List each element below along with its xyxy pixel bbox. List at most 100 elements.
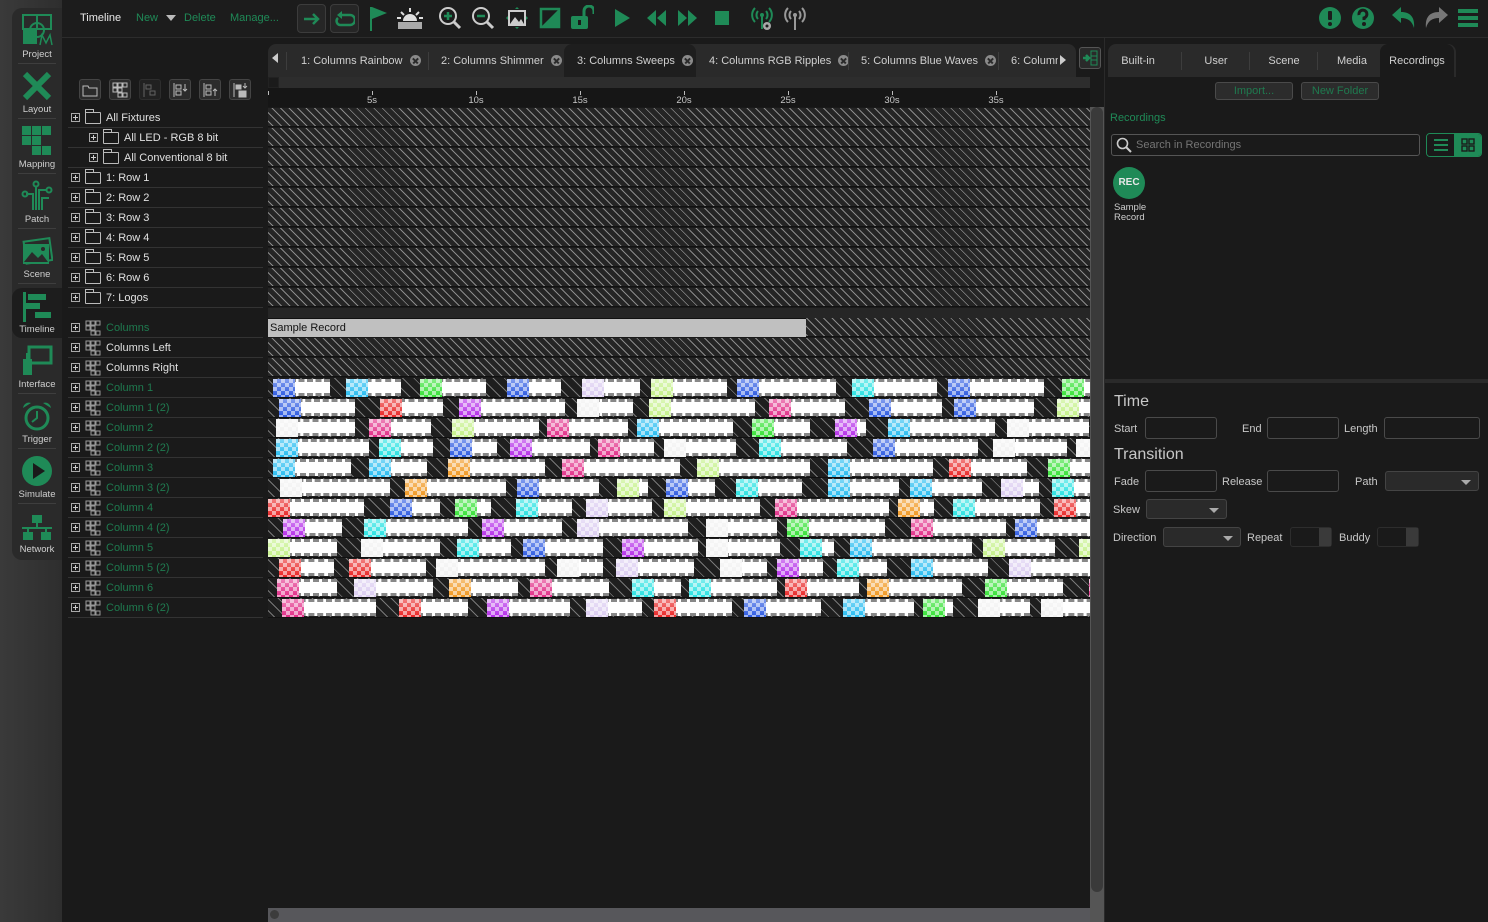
- tree-folder-row[interactable]: All LED - RGB 8 bit: [68, 128, 263, 148]
- effect-clip[interactable]: [364, 519, 468, 537]
- timeline-track[interactable]: [268, 228, 1090, 247]
- effect-clip[interactable]: [279, 399, 355, 417]
- effect-clip[interactable]: [436, 559, 545, 577]
- merge-down-button[interactable]: [229, 79, 251, 100]
- timeline-track[interactable]: [268, 338, 1090, 357]
- effect-clip[interactable]: [787, 519, 885, 537]
- column-track[interactable]: [268, 478, 1090, 497]
- effect-clip[interactable]: [516, 499, 572, 517]
- stop-button[interactable]: [708, 4, 736, 32]
- effect-clip[interactable]: [280, 479, 390, 497]
- fade-field[interactable]: [1145, 470, 1217, 492]
- effect-clip[interactable]: [744, 599, 821, 617]
- effect-clip[interactable]: [1015, 519, 1090, 537]
- timeline-track[interactable]: [268, 148, 1090, 167]
- effect-clip[interactable]: [557, 559, 603, 577]
- tree-folder-row[interactable]: 7: Logos: [68, 288, 263, 308]
- effect-clip[interactable]: [666, 479, 715, 497]
- effect-clip[interactable]: [547, 419, 628, 437]
- expand-icon[interactable]: [89, 153, 98, 162]
- expand-icon[interactable]: [71, 293, 80, 302]
- effect-clip[interactable]: [843, 599, 914, 617]
- effect-clip[interactable]: [273, 459, 351, 477]
- effect-clip[interactable]: [283, 519, 342, 537]
- effect-clip[interactable]: [379, 439, 433, 457]
- nav-interface[interactable]: Interface: [12, 338, 62, 394]
- effect-clip[interactable]: [450, 439, 497, 457]
- nav-timeline[interactable]: Timeline: [12, 288, 62, 338]
- horizontal-scrollbar-thumb[interactable]: [270, 910, 279, 919]
- skew-select[interactable]: [1146, 499, 1227, 519]
- effect-clip[interactable]: [487, 599, 570, 617]
- column-track[interactable]: [268, 398, 1090, 417]
- effect-clip[interactable]: [276, 439, 369, 457]
- expand-icon[interactable]: [71, 463, 80, 472]
- effect-clip[interactable]: [482, 519, 562, 537]
- effect-clip[interactable]: [873, 439, 978, 457]
- tree-folder-row[interactable]: 6: Row 6: [68, 268, 263, 288]
- tab-scene[interactable]: Scene: [1250, 44, 1318, 77]
- effect-clip[interactable]: [867, 579, 962, 597]
- effect-clip[interactable]: [775, 499, 889, 517]
- tree-layer-row[interactable]: Column 5: [68, 538, 263, 558]
- expand-icon[interactable]: [89, 133, 98, 142]
- new-dropdown-icon[interactable]: [166, 15, 176, 21]
- effect-clip[interactable]: [448, 459, 545, 477]
- effect-clip[interactable]: [953, 499, 1040, 517]
- effect-clip[interactable]: [654, 599, 732, 617]
- timeline-tab[interactable]: 4: Columns RGB Ripples: [696, 44, 848, 77]
- expand-icon[interactable]: [71, 343, 80, 352]
- nav-layout[interactable]: Layout: [12, 63, 62, 119]
- column-track[interactable]: [268, 438, 1090, 457]
- expand-icon[interactable]: [71, 173, 80, 182]
- effect-clip[interactable]: [769, 399, 845, 417]
- effect-clip[interactable]: [888, 419, 995, 437]
- timeline-track[interactable]: [268, 358, 1090, 377]
- timeline-track[interactable]: [268, 248, 1090, 267]
- close-tab-icon[interactable]: [409, 55, 421, 66]
- effect-clip[interactable]: [759, 439, 847, 457]
- effect-clip[interactable]: [420, 379, 486, 397]
- effect-clip[interactable]: [835, 419, 866, 437]
- effect-clip[interactable]: [282, 599, 376, 617]
- effect-clip[interactable]: [651, 379, 727, 397]
- fast-forward-button[interactable]: [674, 4, 702, 32]
- expand-icon[interactable]: [71, 253, 80, 262]
- expand-icon[interactable]: [71, 193, 80, 202]
- tree-layer-row[interactable]: Column 2: [68, 418, 263, 438]
- panel-splitter[interactable]: [1104, 379, 1488, 383]
- undo-button[interactable]: [1390, 4, 1418, 32]
- direction-select[interactable]: [1163, 527, 1241, 547]
- effect-clip[interactable]: [837, 559, 887, 577]
- antenna-button[interactable]: [781, 4, 809, 32]
- effect-clip[interactable]: [706, 519, 777, 537]
- nav-trigger[interactable]: Trigger: [12, 393, 62, 449]
- close-tab-icon[interactable]: [838, 55, 848, 66]
- effect-clip[interactable]: [622, 539, 698, 557]
- column-track[interactable]: [268, 518, 1090, 537]
- effect-clip[interactable]: [346, 379, 401, 397]
- effect-clip[interactable]: [720, 559, 767, 577]
- effect-clip[interactable]: [649, 399, 755, 417]
- effect-clip[interactable]: [273, 379, 330, 397]
- sunrise-button[interactable]: [396, 4, 424, 32]
- effect-clip[interactable]: [277, 579, 337, 597]
- flag-button[interactable]: [364, 4, 392, 32]
- effect-clip[interactable]: [530, 579, 609, 597]
- tab-media[interactable]: Media: [1318, 44, 1386, 77]
- go-button[interactable]: [297, 4, 326, 33]
- column-track[interactable]: [268, 378, 1090, 397]
- expand-icon[interactable]: [71, 423, 80, 432]
- column-track[interactable]: [268, 578, 1090, 597]
- effect-clip[interactable]: [268, 499, 364, 517]
- column-track[interactable]: [268, 598, 1090, 617]
- effect-clip[interactable]: [361, 539, 440, 557]
- vertical-scrollbar-thumb[interactable]: [1091, 107, 1103, 892]
- effect-clip[interactable]: [1041, 599, 1090, 617]
- tree-layer-row[interactable]: Column 1: [68, 378, 263, 398]
- effect-clip[interactable]: [268, 539, 337, 557]
- effect-clip[interactable]: [911, 559, 988, 577]
- effect-clip[interactable]: [510, 439, 590, 457]
- recording-item[interactable]: REC Sample Record: [1110, 167, 1148, 223]
- effect-clip[interactable]: [380, 399, 443, 417]
